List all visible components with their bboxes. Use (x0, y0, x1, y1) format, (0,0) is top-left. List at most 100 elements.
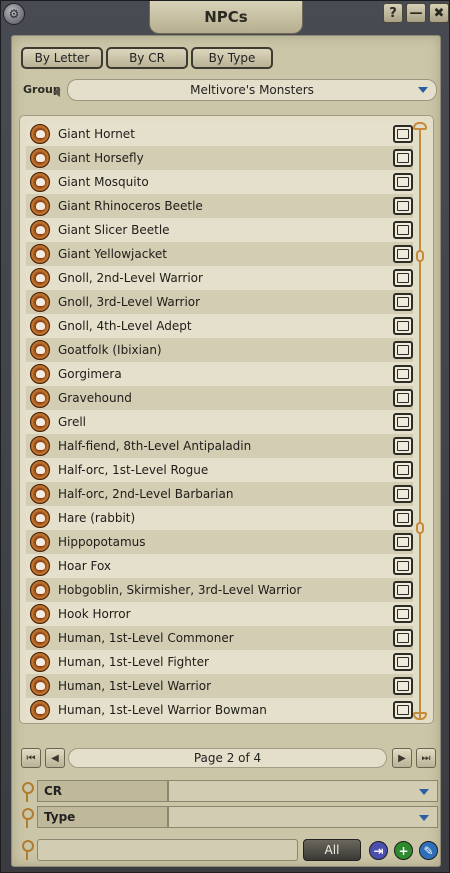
book-icon[interactable] (393, 197, 413, 215)
list-item-label: Hobgoblin, Skirmisher, 3rd-Level Warrior (58, 583, 302, 597)
next-page-icon: ▶ (398, 752, 406, 764)
book-icon[interactable] (393, 677, 413, 695)
skull-icon (30, 412, 50, 432)
group-select[interactable]: Meltivore's Monsters (67, 79, 437, 101)
book-icon[interactable] (393, 341, 413, 359)
skull-icon (30, 244, 50, 264)
book-icon[interactable] (393, 221, 413, 239)
book-icon[interactable] (393, 413, 413, 431)
list-item-label: Giant Slicer Beetle (58, 223, 170, 237)
app-menu-icon[interactable]: ⚙ (3, 3, 25, 25)
list-item[interactable]: Human, 1st-Level Warrior (26, 674, 413, 698)
filter-type-select[interactable] (168, 806, 438, 828)
book-icon[interactable] (393, 317, 413, 335)
list-item[interactable]: Giant Rhinoceros Beetle (26, 194, 413, 218)
import-button[interactable]: ⇥ (369, 841, 388, 860)
list-item[interactable]: Giant Mosquito (26, 170, 413, 194)
skull-icon (30, 316, 50, 336)
edit-button[interactable]: ✎ (419, 841, 438, 860)
list-item[interactable]: Human, 1st-Level Warrior Bowman (26, 698, 413, 722)
chevron-down-icon (419, 815, 429, 821)
scrollbar-thumb-top[interactable] (416, 250, 424, 262)
filter-cr-select[interactable] (168, 780, 438, 802)
book-icon[interactable] (393, 701, 413, 719)
book-icon[interactable] (393, 581, 413, 599)
book-icon[interactable] (393, 365, 413, 383)
filter-cr-label: CR (37, 780, 168, 802)
list-item[interactable]: Hippopotamus (26, 530, 413, 554)
list-item[interactable]: Hoar Fox (26, 554, 413, 578)
list-item[interactable]: Human, 1st-Level Fighter (26, 650, 413, 674)
group-prev-arrow-icon[interactable] (53, 87, 60, 97)
book-icon[interactable] (393, 509, 413, 527)
book-icon[interactable] (393, 461, 413, 479)
skull-icon (30, 652, 50, 672)
list-item[interactable]: Hook Horror (26, 602, 413, 626)
list-item[interactable]: Giant Horsefly (26, 146, 413, 170)
list-item-label: Giant Rhinoceros Beetle (58, 199, 203, 213)
list-item[interactable]: Half-orc, 2nd-Level Barbarian (26, 482, 413, 506)
book-icon[interactable] (393, 389, 413, 407)
book-icon[interactable] (393, 485, 413, 503)
book-icon[interactable] (393, 557, 413, 575)
list-item[interactable]: Gnoll, 4th-Level Adept (26, 314, 413, 338)
book-icon[interactable] (393, 293, 413, 311)
sort-by-letter-button[interactable]: By Letter (21, 47, 103, 69)
list-item[interactable]: Giant Hornet (26, 122, 413, 146)
next-page-button[interactable]: ▶ (392, 748, 412, 768)
list-item-label: Gnoll, 3rd-Level Warrior (58, 295, 201, 309)
page-indicator: Page 2 of 4 (68, 748, 387, 768)
book-icon[interactable] (393, 125, 413, 143)
search-input[interactable] (37, 839, 298, 861)
skull-icon (30, 292, 50, 312)
scrollbar-track[interactable] (419, 128, 421, 718)
list-item[interactable]: Hobgoblin, Skirmisher, 3rd-Level Warrior (26, 578, 413, 602)
list-item[interactable]: Gorgimera (26, 362, 413, 386)
list-item-label: Half-orc, 2nd-Level Barbarian (58, 487, 234, 501)
list-item[interactable]: Gravehound (26, 386, 413, 410)
first-page-icon: ⏮ (26, 752, 36, 764)
list-item-label: Giant Hornet (58, 127, 135, 141)
list-item[interactable]: Half-orc, 1st-Level Rogue (26, 458, 413, 482)
list-item-label: Hook Horror (58, 607, 131, 621)
book-icon[interactable] (393, 245, 413, 263)
import-icon: ⇥ (373, 843, 384, 858)
list-item[interactable]: Goatfolk (Ibixian) (26, 338, 413, 362)
sort-by-type-button[interactable]: By Type (191, 47, 273, 69)
add-button[interactable]: + (394, 841, 413, 860)
list-item[interactable]: Half-fiend, 8th-Level Antipaladin (26, 434, 413, 458)
list-item[interactable]: Giant Slicer Beetle (26, 218, 413, 242)
help-button[interactable]: ? (383, 3, 403, 23)
book-icon[interactable] (393, 605, 413, 623)
list-item[interactable]: Hare (rabbit) (26, 506, 413, 530)
skull-icon (30, 172, 50, 192)
list-item[interactable]: Gnoll, 3rd-Level Warrior (26, 290, 413, 314)
list-item[interactable]: Gnoll, 2nd-Level Warrior (26, 266, 413, 290)
skull-icon (30, 436, 50, 456)
list-item-label: Giant Mosquito (58, 175, 149, 189)
book-icon[interactable] (393, 437, 413, 455)
book-icon[interactable] (393, 173, 413, 191)
minimize-button[interactable]: — (406, 3, 426, 23)
skull-icon (30, 532, 50, 552)
book-icon[interactable] (393, 533, 413, 551)
list-item-label: Human, 1st-Level Warrior (58, 679, 212, 693)
first-page-button[interactable]: ⏮ (21, 748, 41, 768)
list-item-label: Human, 1st-Level Fighter (58, 655, 209, 669)
scrollbar-thumb-bottom[interactable] (416, 522, 424, 534)
list-item[interactable]: Grell (26, 410, 413, 434)
list-item[interactable]: Human, 1st-Level Commoner (26, 626, 413, 650)
list-item-label: Half-fiend, 8th-Level Antipaladin (58, 439, 252, 453)
chevron-down-icon (419, 789, 429, 795)
book-icon[interactable] (393, 149, 413, 167)
prev-page-button[interactable]: ◀ (45, 748, 65, 768)
book-icon[interactable] (393, 629, 413, 647)
last-page-button[interactable]: ⏭ (416, 748, 436, 768)
sort-by-cr-button[interactable]: By CR (106, 47, 188, 69)
title-tab: NPCs (149, 1, 303, 34)
book-icon[interactable] (393, 269, 413, 287)
all-button[interactable]: All (303, 839, 361, 861)
list-item[interactable]: Giant Yellowjacket (26, 242, 413, 266)
close-button[interactable]: ✖ (429, 3, 449, 23)
book-icon[interactable] (393, 653, 413, 671)
